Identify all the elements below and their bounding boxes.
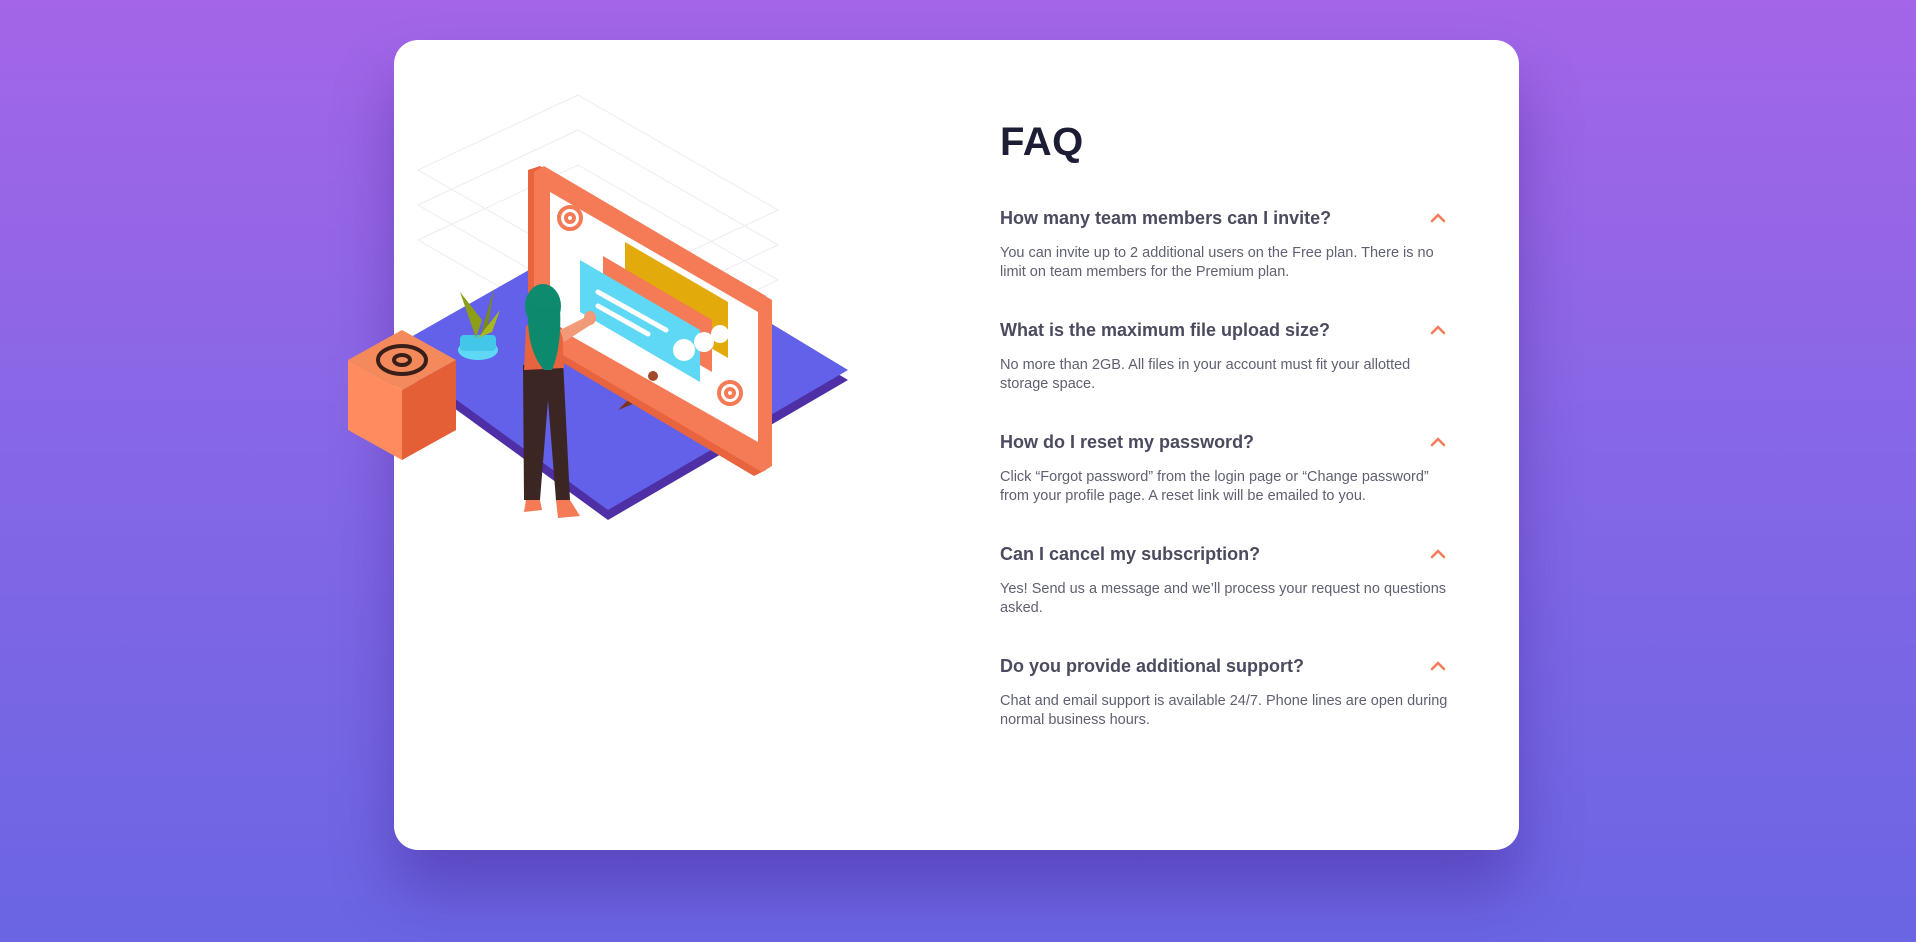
- chevron-up-icon[interactable]: [1430, 212, 1446, 224]
- woman-at-screen-illustration: [348, 94, 848, 520]
- faq-item-cancel-subscription: Can I cancel my subscription? Yes! Send …: [1000, 542, 1460, 618]
- faq-item-additional-support: Do you provide additional support? Chat …: [1000, 654, 1460, 730]
- faq-question-toggle[interactable]: What is the maximum file upload size?: [1000, 318, 1460, 342]
- faq-answer: Chat and email support is available 24/7…: [1000, 693, 1448, 728]
- chevron-up-icon[interactable]: [1430, 660, 1446, 672]
- faq-item-reset-password: How do I reset my password? Click “Forgo…: [1000, 430, 1460, 506]
- faq-question-toggle[interactable]: How do I reset my password?: [1000, 430, 1460, 454]
- faq-answer: No more than 2GB. All files in your acco…: [1000, 357, 1411, 392]
- page-title: FAQ: [1000, 120, 1084, 164]
- faq-question: How do I reset my password?: [1000, 432, 1255, 452]
- chevron-up-icon[interactable]: [1430, 548, 1446, 560]
- chevron-up-icon[interactable]: [1430, 324, 1446, 336]
- faq-question-toggle[interactable]: Can I cancel my subscription?: [1000, 542, 1460, 566]
- faq-answer: You can invite up to 2 additional users …: [1000, 245, 1434, 280]
- faq-answer: Click “Forgot password” from the login p…: [1000, 469, 1429, 504]
- faq-question-toggle[interactable]: Do you provide additional support?: [1000, 654, 1460, 678]
- faq-question-toggle[interactable]: How many team members can I invite?: [1000, 206, 1460, 230]
- faq-section: FAQ How many team members can I invite? …: [1000, 118, 1460, 766]
- chevron-up-icon[interactable]: [1430, 436, 1446, 448]
- faq-card: FAQ How many team members can I invite? …: [348, 40, 1519, 850]
- faq-question: How many team members can I invite?: [1000, 208, 1332, 228]
- faq-item-team-members: How many team members can I invite? You …: [1000, 206, 1460, 282]
- faq-question: Can I cancel my subscription?: [1000, 544, 1261, 564]
- faq-question: What is the maximum file upload size?: [1000, 320, 1331, 340]
- faq-question: Do you provide additional support?: [1000, 656, 1304, 676]
- faq-item-upload-size: What is the maximum file upload size? No…: [1000, 318, 1460, 394]
- faq-answer: Yes! Send us a message and we’ll process…: [1000, 581, 1447, 616]
